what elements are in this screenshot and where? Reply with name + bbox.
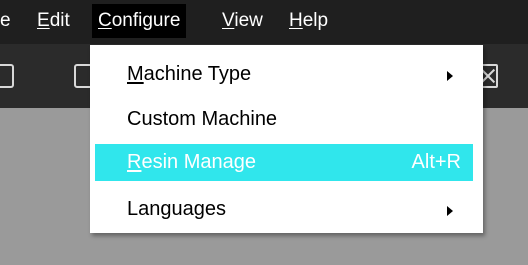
menu-view-label: iew (234, 10, 263, 31)
menu-help-accel: H (289, 10, 303, 31)
resin-manage-accel: R (127, 151, 142, 173)
menu-help-label: elp (302, 10, 329, 31)
menu-view[interactable]: View (222, 4, 263, 38)
folder-icon[interactable] (0, 64, 14, 88)
shortcut-alt-r: Alt+R (411, 151, 461, 173)
machine-type-rest: achine Type (143, 63, 252, 85)
menu-file[interactable]: e (0, 4, 11, 38)
configure-dropdown-menu: Machine Type Custom Machine Resin Manage… (90, 45, 483, 233)
menu-item-machine-type[interactable]: Machine Type (95, 56, 473, 93)
menu-item-resin-manage-label: Resin Manage (127, 144, 256, 181)
menu-edit[interactable]: Edit (37, 4, 70, 38)
menu-item-resin-manage[interactable]: Resin Manage Alt+R (95, 144, 473, 181)
menu-configure-accel: C (98, 10, 112, 31)
resin-manage-rest: esin Manage (141, 151, 256, 173)
menu-item-languages-label: Languages (127, 198, 226, 220)
menu-edit-label: dit (49, 10, 70, 31)
menu-item-machine-type-label: Machine Type (127, 56, 251, 93)
menu-view-accel: V (222, 10, 235, 31)
menu-configure[interactable]: Configure (92, 4, 187, 38)
submenu-arrow-icon (447, 71, 453, 81)
submenu-arrow-icon (447, 206, 453, 216)
menu-configure-label: onfigure (111, 10, 181, 31)
menu-edit-accel: E (37, 10, 50, 31)
menu-item-custom-machine[interactable]: Custom Machine (95, 101, 473, 138)
menu-help[interactable]: Help (289, 4, 328, 38)
menu-bar: e Edit Configure View Help (0, 0, 528, 44)
menu-item-languages[interactable]: Languages (95, 191, 473, 228)
machine-type-accel: M (127, 63, 144, 85)
menu-item-custom-machine-label: Custom Machine (127, 108, 278, 130)
